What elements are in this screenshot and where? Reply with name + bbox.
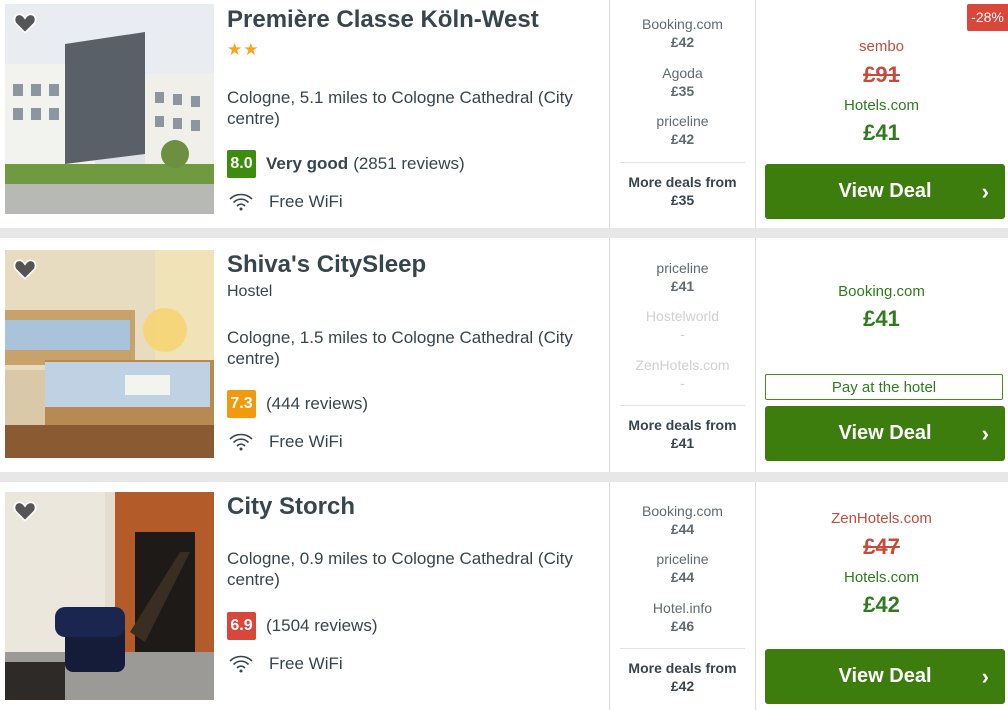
- main-deal: ZenHotels.com £47 Hotels.com £42 View De…: [755, 482, 1008, 710]
- best-price: £41: [863, 306, 900, 331]
- best-price: £41: [863, 120, 900, 145]
- chevron-right-icon: ›: [981, 664, 989, 689]
- rating-row[interactable]: 8.0 Very good (2851 reviews): [227, 150, 465, 178]
- rating-score: 8.0: [227, 150, 256, 178]
- other-deals: priceline £41 Hostelworld - ZenHotels.co…: [609, 238, 756, 472]
- rating-row[interactable]: 7.3 (444 reviews): [227, 390, 368, 418]
- hotel-photo[interactable]: [5, 4, 214, 214]
- hotel-photo[interactable]: [5, 492, 214, 700]
- strike-partner: ZenHotels.com: [831, 510, 932, 527]
- wifi-icon: [229, 433, 253, 451]
- deal-site: Booking.com: [642, 16, 723, 32]
- deal-item[interactable]: Booking.com £44: [610, 502, 755, 538]
- strike-price: £47: [863, 534, 900, 559]
- deal-site: Hotel.info: [652, 600, 713, 616]
- chevron-right-icon: ›: [981, 179, 989, 204]
- deal-price: £42: [670, 131, 695, 147]
- main-deal: Booking.com £41 Pay at the hotel View De…: [755, 238, 1008, 472]
- rating-score: 6.9: [227, 612, 256, 640]
- deal-price: £46: [670, 618, 695, 634]
- chevron-right-icon: ›: [981, 421, 989, 446]
- star-rating: ★★: [227, 40, 260, 59]
- hotel-location[interactable]: Cologne, 1.5 miles to Cologne Cathedral …: [227, 327, 597, 369]
- more-deals-label: More deals from: [628, 417, 737, 433]
- more-deals-link[interactable]: More deals from £35: [620, 162, 745, 209]
- hotel-name[interactable]: City Storch: [227, 492, 355, 522]
- hotel-location[interactable]: Cologne, 5.1 miles to Cologne Cathedral …: [227, 87, 597, 129]
- amenity: Free WiFi: [227, 654, 343, 674]
- review-count: (2851 reviews): [353, 154, 465, 173]
- deal-item[interactable]: Hotel.info £46: [610, 599, 755, 635]
- hotel-location[interactable]: Cologne, 0.9 miles to Cologne Cathedral …: [227, 548, 597, 590]
- pay-at-hotel-badge: Pay at the hotel: [765, 374, 1003, 400]
- hotel-name[interactable]: Shiva's CitySleep: [227, 250, 426, 280]
- review-count: (444 reviews): [266, 394, 369, 413]
- deal-item: Hostelworld -: [610, 307, 755, 343]
- deal-item[interactable]: Booking.com £42: [610, 15, 755, 51]
- hotel-name[interactable]: Première Classe Köln-West: [227, 5, 539, 35]
- deal-item[interactable]: priceline £44: [610, 550, 755, 586]
- deal-site: priceline: [656, 260, 709, 276]
- best-partner: Booking.com: [838, 283, 925, 300]
- strike-price: £91: [863, 62, 900, 87]
- main-deal: -28% sembo £91 Hotels.com £41 View Deal …: [755, 0, 1008, 228]
- deal-price: £41: [670, 278, 695, 294]
- heart-icon[interactable]: [12, 256, 38, 282]
- view-deal-button[interactable]: View Deal ›: [765, 164, 1005, 219]
- view-deal-button[interactable]: View Deal ›: [765, 406, 1005, 461]
- deal-price: -: [680, 375, 685, 391]
- deal-site: Hostelworld: [645, 308, 720, 324]
- best-partner: Hotels.com: [843, 569, 920, 586]
- deal-item[interactable]: priceline £42: [610, 112, 755, 148]
- rating-score: 7.3: [227, 390, 256, 418]
- wifi-icon: [229, 193, 253, 211]
- deal-price: £44: [670, 569, 695, 585]
- other-deals: Booking.com £42 Agoda £35 priceline £42 …: [609, 0, 756, 228]
- wifi-icon: [229, 655, 253, 673]
- other-deals: Booking.com £44 priceline £44 Hotel.info…: [609, 482, 756, 710]
- view-deal-button[interactable]: View Deal ›: [765, 649, 1005, 704]
- more-deals-link[interactable]: More deals from £42: [620, 648, 745, 695]
- view-deal-label: View Deal: [838, 180, 932, 202]
- view-deal-label: View Deal: [838, 665, 932, 687]
- amenity: Free WiFi: [227, 192, 343, 212]
- deal-price: -: [680, 326, 685, 342]
- deal-price: £42: [670, 34, 695, 50]
- deal-site: priceline: [656, 551, 709, 567]
- more-deals-price: £41: [670, 435, 695, 451]
- deal-item: ZenHotels.com -: [610, 356, 755, 392]
- view-deal-label: View Deal: [838, 422, 932, 444]
- best-partner: Hotels.com: [843, 97, 920, 114]
- rating-label: Very good: [266, 154, 349, 173]
- deal-price: £44: [670, 521, 695, 537]
- amenity-label: Free WiFi: [269, 192, 343, 211]
- discount-badge: -28%: [967, 4, 1008, 31]
- deal-site: Agoda: [662, 65, 703, 81]
- deal-item[interactable]: priceline £41: [610, 259, 755, 295]
- rating-row[interactable]: 6.9 (1504 reviews): [227, 612, 378, 640]
- property-type: Hostel: [227, 283, 273, 300]
- strike-partner: sembo: [858, 38, 905, 55]
- more-deals-price: £35: [670, 192, 695, 208]
- deal-site: priceline: [656, 113, 709, 129]
- deal-price: £35: [670, 83, 695, 99]
- hotel-photo[interactable]: [5, 250, 214, 458]
- deal-site: ZenHotels.com: [635, 357, 730, 373]
- deal-item[interactable]: Agoda £35: [610, 64, 755, 100]
- heart-icon[interactable]: [12, 10, 38, 36]
- review-count: (1504 reviews): [266, 616, 378, 635]
- hotel-card: City Storch Cologne, 0.9 miles to Cologn…: [0, 482, 1008, 710]
- best-price: £42: [863, 592, 900, 617]
- more-deals-label: More deals from: [628, 660, 737, 676]
- amenity-label: Free WiFi: [269, 654, 343, 673]
- amenity-label: Free WiFi: [269, 432, 343, 451]
- heart-icon[interactable]: [12, 498, 38, 524]
- deal-site: Booking.com: [642, 503, 723, 519]
- more-deals-link[interactable]: More deals from £41: [620, 405, 745, 452]
- more-deals-label: More deals from: [628, 174, 737, 190]
- hotel-card: Première Classe Köln-West ★★ Cologne, 5.…: [0, 0, 1008, 228]
- more-deals-price: £42: [670, 678, 695, 694]
- hotel-card: Shiva's CitySleep Hostel Cologne, 1.5 mi…: [0, 238, 1008, 472]
- amenity: Free WiFi: [227, 432, 343, 452]
